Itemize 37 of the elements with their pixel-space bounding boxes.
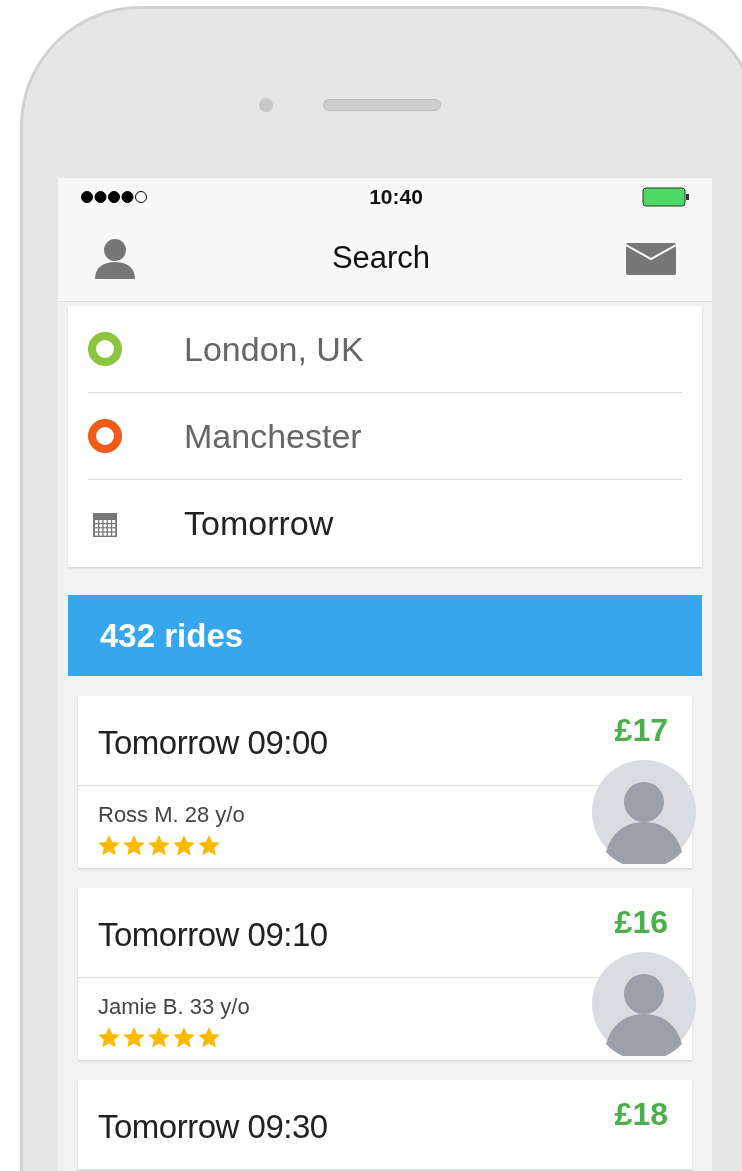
ride-price: £17 bbox=[614, 711, 668, 750]
ride-card[interactable]: Tomorrow 09:30 £18 bbox=[78, 1080, 692, 1170]
driver-info: Jamie B. 33 y/o bbox=[98, 993, 251, 1021]
destination-ring-icon bbox=[88, 419, 122, 453]
star-icon bbox=[173, 1027, 195, 1048]
star-icon bbox=[198, 835, 220, 856]
search-field[interactable]: Manchester bbox=[88, 393, 682, 480]
avatar-icon bbox=[592, 952, 696, 1056]
clock-time: 10:40 bbox=[369, 184, 423, 211]
star-icon bbox=[98, 835, 120, 856]
driver-info: Ross M. 28 y/o bbox=[98, 801, 246, 829]
star-icon bbox=[173, 835, 195, 856]
field-value: Tomorrow bbox=[184, 503, 334, 544]
star-icon bbox=[123, 1027, 145, 1048]
field-value: Manchester bbox=[184, 415, 362, 457]
ride-time: Tomorrow 09:00 bbox=[98, 722, 328, 763]
field-value: London, UK bbox=[184, 328, 364, 370]
nav-title: Search bbox=[331, 239, 431, 278]
star-icon bbox=[148, 835, 170, 856]
battery-icon bbox=[642, 187, 690, 207]
profile-icon bbox=[94, 237, 136, 280]
ride-price: £18 bbox=[614, 1095, 668, 1134]
star-icon bbox=[98, 1027, 120, 1048]
mail-icon bbox=[626, 242, 676, 275]
calendar-icon bbox=[93, 510, 117, 537]
ride-count: 432 rides bbox=[100, 615, 244, 656]
star-icon bbox=[123, 835, 145, 856]
star-icon bbox=[198, 1027, 220, 1048]
avatar-icon bbox=[592, 760, 696, 864]
signal-icon bbox=[80, 190, 150, 204]
search-field[interactable]: Tomorrow bbox=[88, 480, 682, 567]
ride-price: £16 bbox=[614, 903, 668, 942]
origin-ring-icon bbox=[88, 332, 122, 366]
ride-time: Tomorrow 09:10 bbox=[98, 914, 328, 955]
ride-time: Tomorrow 09:30 bbox=[98, 1106, 328, 1147]
star-icon bbox=[148, 1027, 170, 1048]
search-field[interactable]: London, UK bbox=[88, 306, 682, 393]
